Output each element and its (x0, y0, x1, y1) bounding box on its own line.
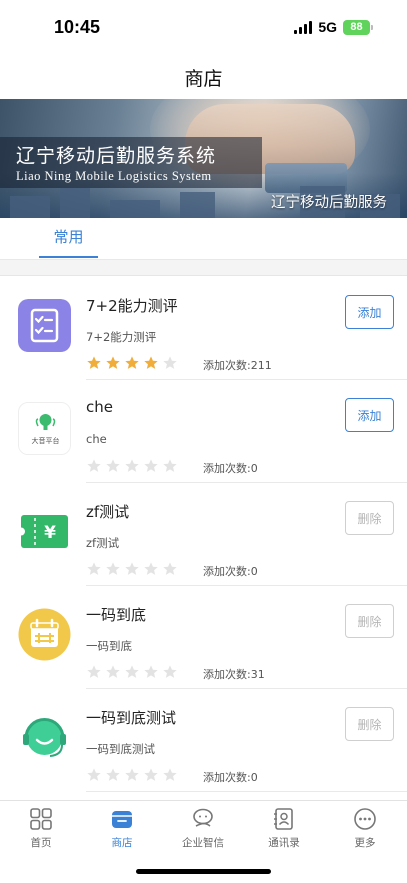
checklist-icon (18, 299, 71, 352)
star-icon (125, 665, 139, 678)
grid-icon (30, 808, 52, 830)
nav-more[interactable]: 更多 (330, 807, 400, 850)
delete-button[interactable]: 删除 (345, 501, 394, 535)
headset-icon (18, 711, 71, 764)
app-description: 一码到底测试 (86, 742, 155, 756)
add-count: 添加次数:0 (203, 565, 258, 578)
nav-label: 首页 (30, 837, 52, 849)
star-icon (106, 768, 120, 781)
banner-subtitle: 辽宁移动后勤服务 (271, 195, 387, 211)
banner-title-cn: 辽宁移动后勤服务系统 (16, 145, 217, 167)
app-description: 一码到底 (86, 639, 132, 653)
app-description: zf测试 (86, 536, 120, 550)
nav-contacts[interactable]: 通讯录 (249, 807, 319, 850)
add-count: 添加次数:0 (203, 771, 258, 784)
star-icon (87, 665, 101, 678)
app-name: zf测试 (86, 503, 130, 521)
star-icon (144, 665, 158, 678)
star-icon (144, 356, 158, 369)
chat-bubbles-icon (193, 808, 213, 827)
app-name: 一码到底测试 (86, 709, 177, 727)
star-icon (87, 356, 101, 369)
speaker-icon: 大音平台 (18, 402, 71, 455)
delete-button[interactable]: 删除 (345, 604, 394, 638)
star-icon (125, 768, 139, 781)
app-description: 7+2能力测评 (86, 330, 157, 344)
signal-icon (294, 20, 313, 34)
nav-label: 商店 (111, 837, 133, 849)
star-icon (87, 562, 101, 575)
add-count: 添加次数:31 (203, 668, 265, 681)
star-icon (163, 768, 177, 781)
star-icon (106, 459, 120, 472)
list-item[interactable]: 一码到底 一码到底 添加次数:31 删除 (0, 586, 407, 689)
nav-label: 企业智信 (182, 837, 224, 849)
icon-caption: 大音平台 (31, 437, 60, 445)
app-name: 一码到底 (86, 606, 147, 624)
delete-button[interactable]: 删除 (345, 707, 394, 741)
star-icon (125, 562, 139, 575)
list-item[interactable]: ¥ zf测试 zf测试 添加次数:0 删除 (0, 483, 407, 586)
battery-level: 88 (343, 19, 370, 35)
star-icon (87, 459, 101, 472)
rating-stars (86, 767, 178, 783)
star-icon (87, 768, 101, 781)
status-indicators: 5G 88 (294, 19, 373, 35)
star-icon (163, 356, 177, 369)
star-icon (144, 459, 158, 472)
list-item[interactable]: 7+2能力测评 7+2能力测评 添加次数:211 添加 (0, 277, 407, 380)
nav-label: 更多 (354, 837, 376, 849)
star-icon (163, 665, 177, 678)
calendar-icon (18, 608, 71, 661)
add-button[interactable]: 添加 (345, 295, 394, 329)
store-icon (112, 811, 132, 828)
star-icon (163, 459, 177, 472)
rating-stars (86, 664, 178, 680)
nav-label: 通讯录 (268, 837, 300, 849)
star-icon (106, 665, 120, 678)
rating-stars (86, 458, 178, 474)
star-icon (125, 459, 139, 472)
star-icon (163, 562, 177, 575)
battery-icon: 88 (343, 19, 373, 35)
app-description: che (86, 432, 107, 446)
tab-indicator (39, 256, 98, 258)
app-name: 7+2能力测评 (86, 297, 178, 315)
add-button[interactable]: 添加 (345, 398, 394, 432)
star-icon (106, 562, 120, 575)
nav-home[interactable]: 首页 (6, 807, 76, 850)
more-icon (354, 808, 376, 830)
status-time: 10:45 (54, 17, 101, 37)
page-title: 商店 (184, 68, 223, 90)
rating-stars (86, 561, 178, 577)
star-icon (125, 356, 139, 369)
tab-bar: 常用 (0, 218, 407, 260)
banner-title-en: Liao Ning Mobile Logistics System (16, 169, 212, 183)
tab-common[interactable]: 常用 (39, 218, 98, 260)
app-list: 7+2能力测评 7+2能力测评 添加次数:211 添加 大音平台 che che… (0, 277, 407, 792)
nav-store[interactable]: 商店 (87, 807, 157, 850)
list-item[interactable]: 大音平台 che che 添加次数:0 添加 (0, 380, 407, 483)
svg-text:¥: ¥ (44, 523, 56, 543)
app-name: che (86, 398, 113, 416)
star-icon (144, 562, 158, 575)
home-indicator (136, 869, 271, 874)
banner-title-block: 辽宁移动后勤服务系统 Liao Ning Mobile Logistics Sy… (0, 137, 262, 188)
banner[interactable]: 辽宁移动后勤服务系统 Liao Ning Mobile Logistics Sy… (0, 99, 407, 218)
add-count: 添加次数:211 (203, 359, 272, 372)
list-item[interactable]: 一码到底测试 一码到底测试 添加次数:0 删除 (0, 689, 407, 792)
network-type: 5G (318, 19, 337, 35)
star-icon (144, 768, 158, 781)
section-divider (0, 260, 407, 276)
contacts-icon (274, 808, 293, 830)
ticket-yuan-icon: ¥ (18, 505, 71, 558)
add-count: 添加次数:0 (203, 462, 258, 475)
star-icon (106, 356, 120, 369)
rating-stars (86, 355, 178, 371)
status-bar: 10:45 5G 88 (0, 0, 407, 56)
nav-enterprise[interactable]: 企业智信 (168, 807, 238, 850)
